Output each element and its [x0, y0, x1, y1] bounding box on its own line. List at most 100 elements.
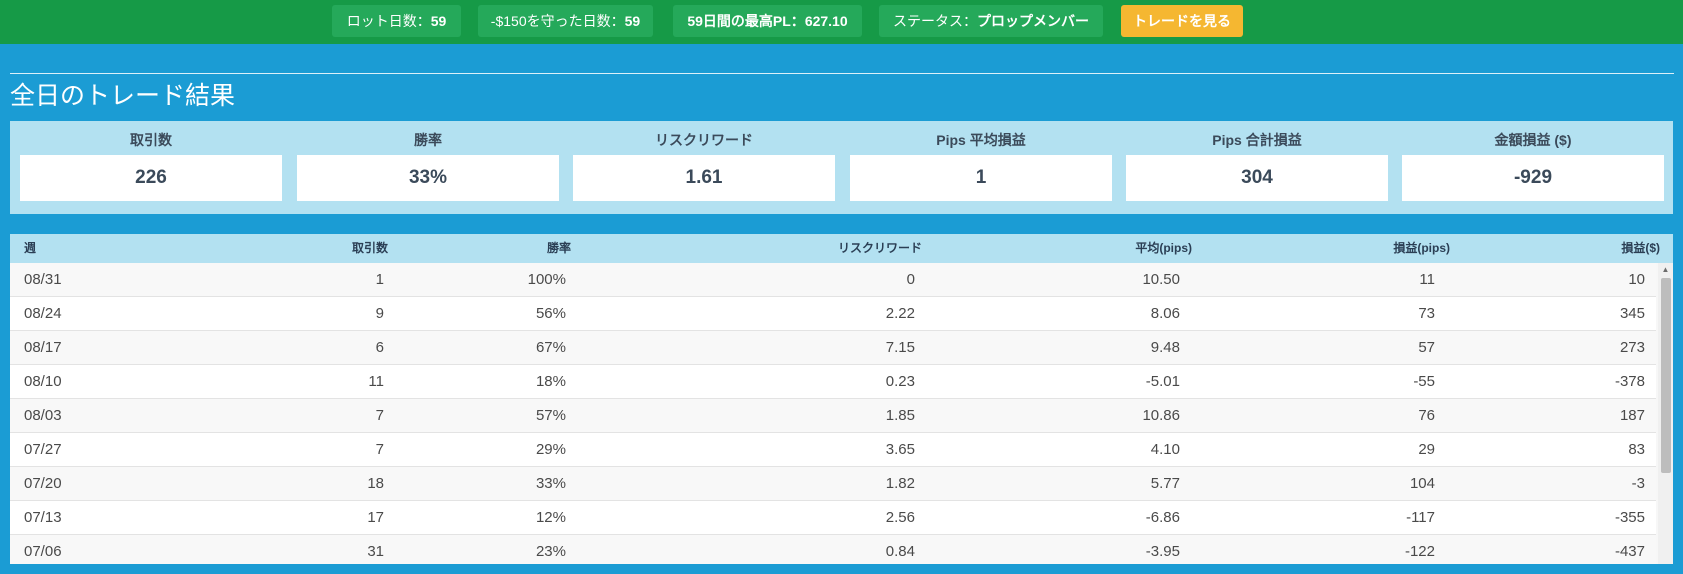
cell-trade-count: 9	[375, 305, 384, 322]
cell-week: 08/03	[24, 407, 62, 424]
cell-risk-reward: 3.65	[885, 441, 915, 458]
table-header: 週 取引数 勝率 リスクリワード 平均(pips) 損益(pips) 損益($)	[10, 234, 1673, 263]
cell-week: 07/27	[24, 441, 62, 458]
scroll-up-arrow-icon[interactable]: ▲	[1658, 264, 1673, 276]
table-row[interactable]: 07/27 7 29% 3.65 4.10 29 83	[10, 433, 1656, 467]
max-pl-label: 59日間の最高PL：	[687, 13, 805, 29]
summary-card-value: 304	[1126, 155, 1388, 201]
summary-card-value: 226	[20, 155, 282, 201]
weekly-results-table: 週 取引数 勝率 リスクリワード 平均(pips) 損益(pips) 損益($)…	[10, 234, 1673, 564]
lot-days-value: 59	[430, 13, 447, 29]
cell-week: 08/31	[24, 271, 62, 288]
table-row[interactable]: 08/03 7 57% 1.85 10.86 76 187	[10, 399, 1656, 433]
summary-card-label: Pips 平均損益	[936, 132, 1026, 148]
cell-win-rate: 29%	[535, 441, 566, 458]
summary-card-label: 勝率	[414, 132, 442, 148]
top-status-bar: ロット日数：59 -$150を守った日数：59 59日間の最高PL：627.10…	[0, 0, 1683, 44]
cell-pl-dollar: -355	[1614, 509, 1645, 526]
cell-pl-pips: 57	[1418, 339, 1435, 356]
protect-days-value: 59	[624, 13, 641, 29]
cell-pl-pips: 29	[1418, 441, 1435, 458]
summary-card-value: 1	[850, 155, 1112, 201]
cell-trade-count: 11	[368, 373, 384, 390]
cell-pl-pips: -55	[1413, 373, 1435, 390]
cell-average-pips: -5.01	[1145, 373, 1180, 390]
status-badge: ステータス：プロップメンバー	[879, 5, 1103, 37]
summary-card-amount-pl: 金額損益 ($) -929	[1402, 121, 1664, 214]
table-body: 08/31 1 100% 0 10.50 11 10 08/24 9 56% 2…	[10, 263, 1656, 564]
section-divider	[10, 73, 1674, 74]
header-risk-reward[interactable]: リスクリワード	[610, 234, 922, 263]
cell-trade-count: 31	[367, 543, 384, 560]
cell-risk-reward: 2.56	[885, 509, 915, 526]
scrollbar-thumb[interactable]	[1661, 278, 1671, 473]
header-pl-pips[interactable]: 損益(pips)	[1200, 234, 1450, 263]
table-row[interactable]: 08/24 9 56% 2.22 8.06 73 345	[10, 297, 1656, 331]
status-value: プロップメンバー	[977, 13, 1089, 29]
cell-trade-count: 18	[367, 475, 384, 492]
header-week[interactable]: 週	[24, 234, 36, 263]
cell-pl-pips: 104	[1409, 475, 1435, 492]
cell-average-pips: 4.10	[1150, 441, 1180, 458]
table-row[interactable]: 08/31 1 100% 0 10.50 11 10	[10, 263, 1656, 297]
header-average-pips[interactable]: 平均(pips)	[930, 234, 1192, 263]
summary-card-label: リスクリワード	[655, 132, 753, 148]
lot-days-label: ロット日数：	[346, 13, 431, 29]
max-pl-badge: 59日間の最高PL：627.10	[673, 5, 862, 37]
cell-pl-pips: 11	[1419, 271, 1435, 288]
cell-risk-reward: 0.84	[885, 543, 915, 560]
cell-average-pips: 9.48	[1150, 339, 1180, 356]
summary-card-trade-count: 取引数 226	[20, 121, 282, 214]
cell-risk-reward: 0	[906, 271, 915, 288]
header-win-rate[interactable]: 勝率	[390, 234, 571, 263]
cell-win-rate: 100%	[527, 271, 566, 288]
cell-pl-dollar: -378	[1614, 373, 1645, 390]
summary-card-label: Pips 合計損益	[1212, 132, 1302, 148]
cell-win-rate: 57%	[535, 407, 566, 424]
cell-pl-dollar: 187	[1619, 407, 1645, 424]
cell-week: 08/10	[24, 373, 62, 390]
cell-win-rate: 12%	[535, 509, 566, 526]
cell-pl-dollar: -3	[1631, 475, 1645, 492]
summary-card-pips-average: Pips 平均損益 1	[850, 121, 1112, 214]
cell-pl-dollar: 10	[1628, 271, 1645, 288]
cell-trade-count: 6	[375, 339, 384, 356]
cell-trade-count: 7	[375, 441, 384, 458]
header-trade-count[interactable]: 取引数	[210, 234, 388, 263]
cell-risk-reward: 1.82	[885, 475, 915, 492]
table-row[interactable]: 08/10 11 18% 0.23 -5.01 -55 -378	[10, 365, 1656, 399]
cell-average-pips: -6.86	[1145, 509, 1180, 526]
summary-panel: 取引数 226 勝率 33% リスクリワード 1.61 Pips 平均損益 1 …	[10, 121, 1673, 214]
cell-week: 08/24	[24, 305, 62, 322]
cell-trade-count: 1	[375, 271, 384, 288]
cell-week: 07/20	[24, 475, 62, 492]
cell-risk-reward: 1.85	[885, 407, 915, 424]
cell-week: 07/06	[24, 543, 62, 560]
cell-pl-pips: 76	[1418, 407, 1435, 424]
page-title: 全日のトレード結果	[10, 82, 236, 110]
cell-pl-dollar: 273	[1619, 339, 1645, 356]
cell-average-pips: 10.86	[1142, 407, 1180, 424]
cell-week: 07/13	[24, 509, 62, 526]
summary-card-label: 取引数	[130, 132, 172, 148]
cell-risk-reward: 7.15	[885, 339, 915, 356]
status-label: ステータス：	[893, 13, 977, 29]
cell-average-pips: 10.50	[1142, 271, 1180, 288]
table-row[interactable]: 07/20 18 33% 1.82 5.77 104 -3	[10, 467, 1656, 501]
summary-card-label: 金額損益 ($)	[1494, 132, 1572, 148]
cell-win-rate: 18%	[535, 373, 566, 390]
view-trades-button[interactable]: トレードを見る	[1121, 5, 1243, 37]
table-scrollbar[interactable]: ▲	[1658, 263, 1673, 564]
table-row[interactable]: 08/17 6 67% 7.15 9.48 57 273	[10, 331, 1656, 365]
cell-risk-reward: 2.22	[885, 305, 915, 322]
header-pl-dollar[interactable]: 損益($)	[1460, 234, 1660, 263]
cell-trade-count: 7	[375, 407, 384, 424]
cell-win-rate: 33%	[535, 475, 566, 492]
table-row[interactable]: 07/13 17 12% 2.56 -6.86 -117 -355	[10, 501, 1656, 535]
cell-risk-reward: 0.23	[885, 373, 915, 390]
cell-pl-dollar: 345	[1619, 305, 1645, 322]
table-row[interactable]: 07/06 31 23% 0.84 -3.95 -122 -437	[10, 535, 1656, 564]
summary-card-risk-reward: リスクリワード 1.61	[573, 121, 835, 214]
cell-win-rate: 67%	[535, 339, 566, 356]
summary-card-value: 1.61	[573, 155, 835, 201]
